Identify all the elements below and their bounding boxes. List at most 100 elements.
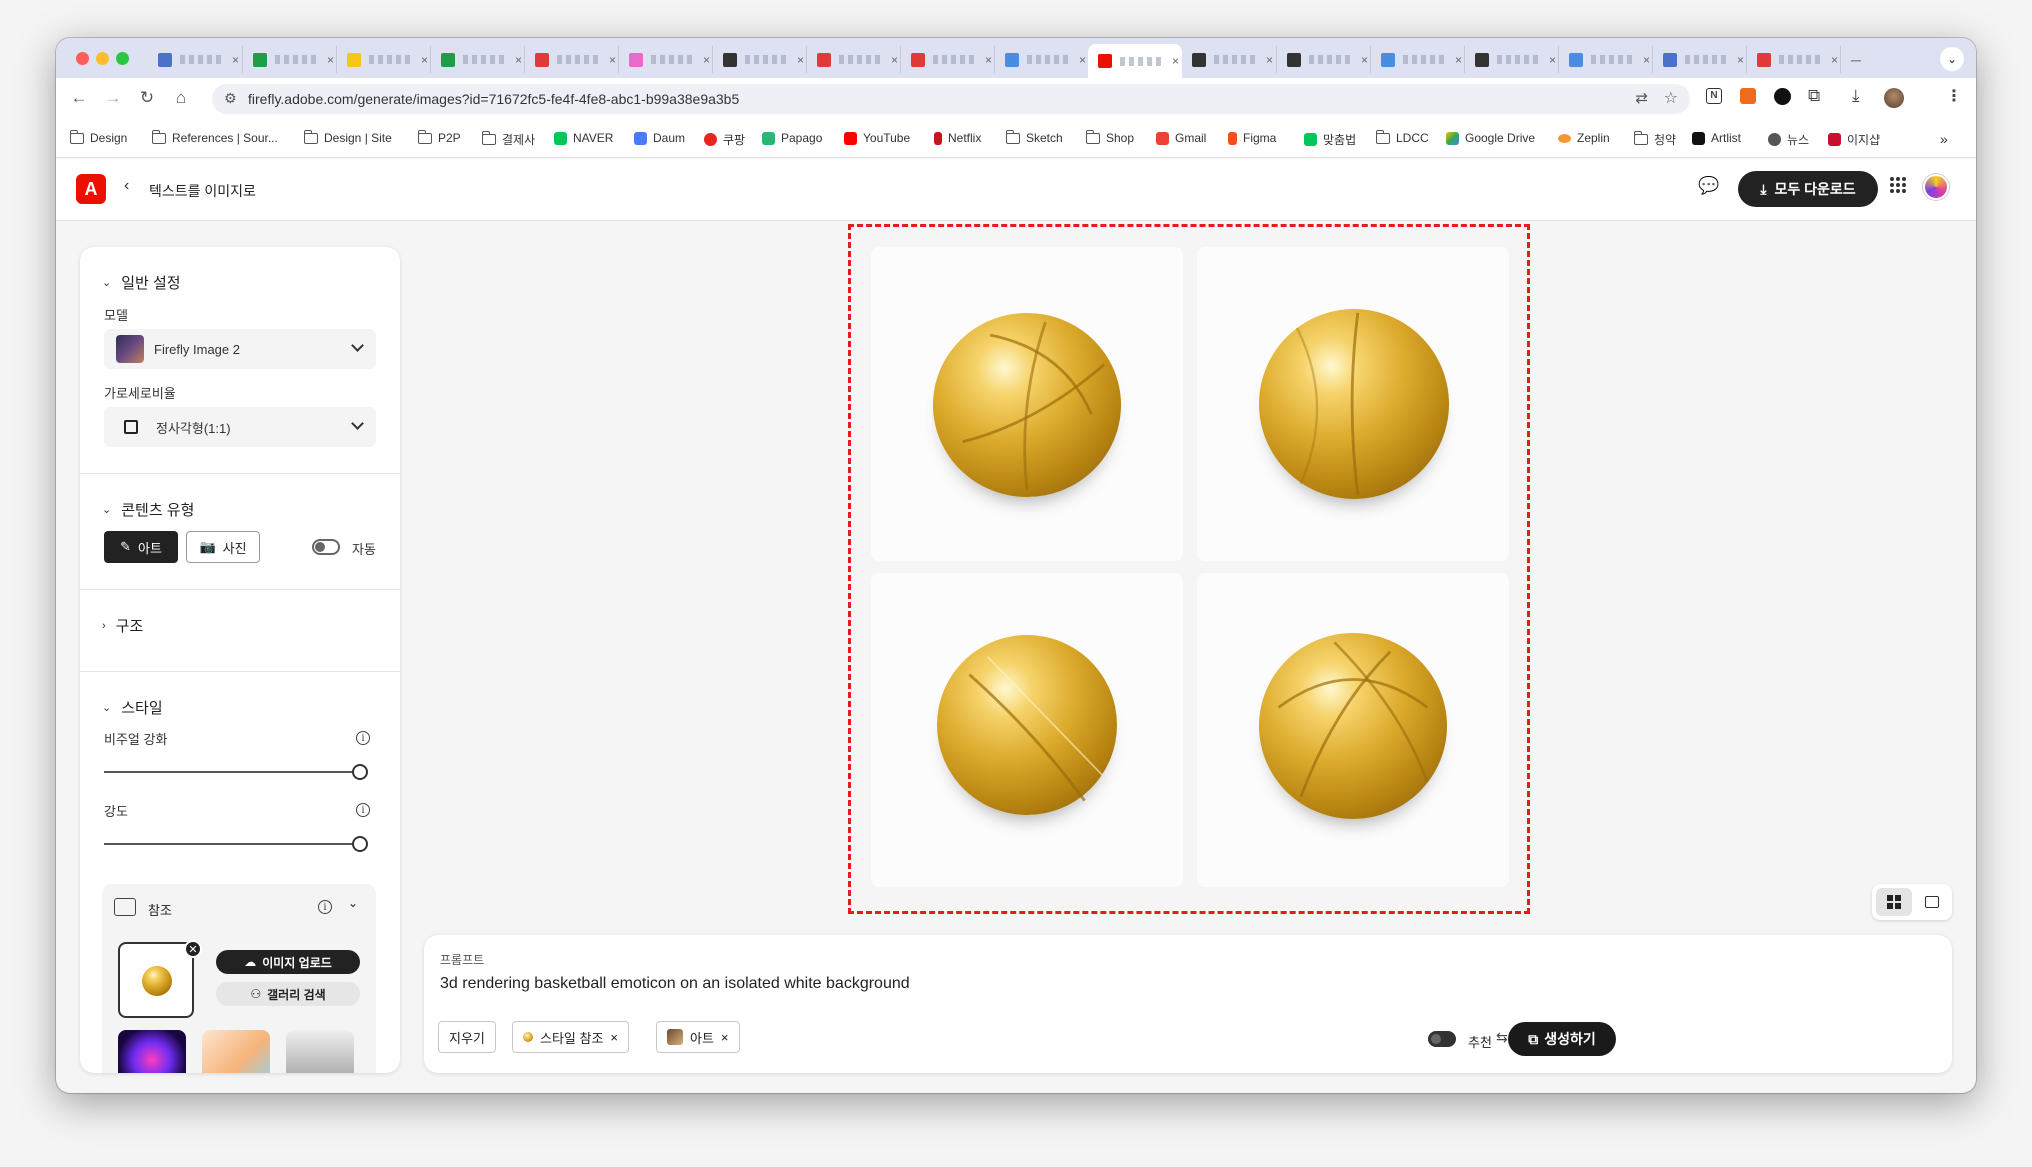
browser-tab[interactable]: ×: [806, 46, 900, 73]
art-style-chip[interactable]: 아트 ×: [656, 1021, 740, 1053]
result-image[interactable]: [1197, 247, 1509, 561]
maximize-window-button[interactable]: [116, 52, 129, 65]
download-icon[interactable]: ⤓: [1852, 86, 1860, 106]
puzzle-extensions-icon[interactable]: ⧉: [1808, 86, 1820, 106]
browser-tab[interactable]: ×: [1276, 46, 1370, 73]
comment-icon[interactable]: 💬: [1698, 176, 1719, 196]
close-icon[interactable]: ×: [1172, 54, 1179, 68]
browser-tab[interactable]: ×: [524, 46, 618, 73]
bookmark-item[interactable]: 청약: [1633, 131, 1676, 148]
page-title[interactable]: 텍스트를 이미지로: [149, 181, 256, 201]
content-type-header[interactable]: ⌄ 콘텐츠 유형: [102, 499, 194, 520]
more-bookmarks-icon[interactable]: »: [1940, 131, 1948, 147]
bookmark-item[interactable]: NAVER: [554, 131, 613, 145]
minimize-window-button[interactable]: [96, 52, 109, 65]
remove-reference-icon[interactable]: ✕: [184, 940, 202, 958]
bookmark-star-icon[interactable]: ☆: [1664, 88, 1678, 108]
close-icon[interactable]: ×: [610, 1030, 618, 1045]
browser-tab[interactable]: ×: [336, 46, 430, 73]
result-image[interactable]: [1197, 573, 1509, 887]
close-icon[interactable]: ×: [1643, 53, 1650, 67]
forward-arrow-icon[interactable]: →: [102, 88, 124, 108]
bookmark-item[interactable]: Netflix: [934, 131, 981, 145]
slider-handle[interactable]: [352, 764, 368, 780]
style-thumbnail[interactable]: [118, 1030, 186, 1073]
prompt-input[interactable]: 3d rendering basketball emoticon on an i…: [440, 975, 910, 993]
auto-toggle[interactable]: [312, 539, 340, 555]
close-icon[interactable]: ×: [1831, 53, 1838, 67]
bookmark-item[interactable]: Design: [69, 129, 127, 145]
bookmark-item[interactable]: 쿠팡: [704, 131, 745, 148]
tab-search-button[interactable]: ⌄: [1940, 47, 1964, 71]
app-switcher-icon[interactable]: [1890, 177, 1906, 193]
style-thumbnail[interactable]: [202, 1030, 270, 1073]
close-icon[interactable]: ×: [721, 1030, 729, 1045]
browser-tab[interactable]: ×: [712, 46, 806, 73]
bookmark-item[interactable]: Sketch: [1005, 129, 1063, 145]
structure-header[interactable]: › 구조: [102, 615, 143, 636]
close-icon[interactable]: ×: [421, 53, 428, 67]
back-chevron-icon[interactable]: ‹: [124, 177, 129, 195]
browser-tab[interactable]: ×: [618, 46, 712, 73]
slider-handle[interactable]: [352, 836, 368, 852]
browser-tab[interactable]: ×: [1746, 46, 1840, 73]
style-thumbnail[interactable]: [286, 1030, 354, 1073]
browser-tab-active[interactable]: ×: [1088, 44, 1182, 78]
bookmark-item[interactable]: Google Drive: [1446, 131, 1535, 145]
browser-tab[interactable]: ×: [1558, 46, 1652, 73]
recommend-toggle[interactable]: [1428, 1031, 1456, 1047]
bookmark-item[interactable]: Zeplin: [1558, 131, 1610, 145]
aspect-ratio-select[interactable]: 정사각형(1:1): [104, 407, 376, 447]
adobe-logo-icon[interactable]: A: [76, 174, 106, 204]
upload-image-button[interactable]: ☁ 이미지 업로드: [216, 950, 360, 974]
profile-avatar[interactable]: [1884, 88, 1904, 108]
address-bar[interactable]: ⚙ firefly.adobe.com/generate/images?id=7…: [212, 84, 1690, 114]
info-icon[interactable]: i: [356, 803, 370, 817]
reload-icon[interactable]: ↻: [136, 88, 158, 108]
single-view-button[interactable]: [1914, 888, 1950, 916]
bookmark-item[interactable]: Design | Site: [303, 129, 392, 145]
extension-icon[interactable]: [1740, 88, 1756, 104]
bookmark-item[interactable]: LDCC: [1375, 129, 1429, 145]
browser-tab[interactable]: ×: [242, 46, 336, 73]
gallery-search-button[interactable]: ⚇ 갤러리 검색: [216, 982, 360, 1006]
reference-image[interactable]: ✕: [118, 940, 202, 1018]
model-select[interactable]: Firefly Image 2: [104, 329, 376, 369]
photo-chip[interactable]: 📷 사진: [186, 531, 260, 563]
bookmark-item[interactable]: Papago: [762, 131, 822, 145]
clear-button[interactable]: 지우기: [438, 1021, 496, 1053]
browser-menu-icon[interactable]: ⋮: [1946, 86, 1962, 106]
close-icon[interactable]: ×: [515, 53, 522, 67]
close-icon[interactable]: ×: [232, 53, 239, 67]
style-header[interactable]: ⌄ 스타일: [102, 697, 163, 718]
art-chip[interactable]: ✎ 아트: [104, 531, 178, 563]
browser-tab[interactable]: ×: [994, 46, 1088, 73]
user-avatar[interactable]: [1923, 174, 1949, 200]
bookmark-item[interactable]: P2P: [417, 129, 461, 145]
bookmark-item[interactable]: YouTube: [844, 131, 910, 145]
result-image[interactable]: [871, 573, 1183, 887]
strength-slider[interactable]: [104, 843, 360, 845]
notion-extension-icon[interactable]: N: [1706, 88, 1722, 104]
close-icon[interactable]: ×: [1737, 53, 1744, 67]
info-icon[interactable]: i: [318, 900, 332, 914]
bookmark-item[interactable]: Gmail: [1156, 131, 1206, 145]
general-settings-header[interactable]: ⌄ 일반 설정: [102, 272, 181, 293]
browser-tab[interactable]: ×: [430, 46, 524, 73]
close-icon[interactable]: ×: [609, 53, 616, 67]
info-icon[interactable]: i: [356, 731, 370, 745]
download-all-button[interactable]: ⤓ 모두 다운로드: [1738, 171, 1878, 207]
close-icon[interactable]: ×: [985, 53, 992, 67]
home-icon[interactable]: ⌂: [170, 88, 192, 108]
language-icon[interactable]: ⇆: [1496, 1029, 1508, 1046]
close-icon[interactable]: ×: [797, 53, 804, 67]
style-reference-chip[interactable]: 스타일 참조 ×: [512, 1021, 630, 1053]
bookmark-item[interactable]: 결제사: [481, 131, 535, 148]
back-arrow-icon[interactable]: ←: [68, 88, 90, 108]
bookmark-item[interactable]: Shop: [1085, 129, 1134, 145]
new-tab-button[interactable]: ─: [1840, 46, 1880, 73]
bookmark-item[interactable]: 뉴스: [1768, 131, 1809, 148]
close-icon[interactable]: ×: [703, 53, 710, 67]
close-icon[interactable]: ×: [1549, 53, 1556, 67]
browser-tab[interactable]: ×: [1370, 46, 1464, 73]
